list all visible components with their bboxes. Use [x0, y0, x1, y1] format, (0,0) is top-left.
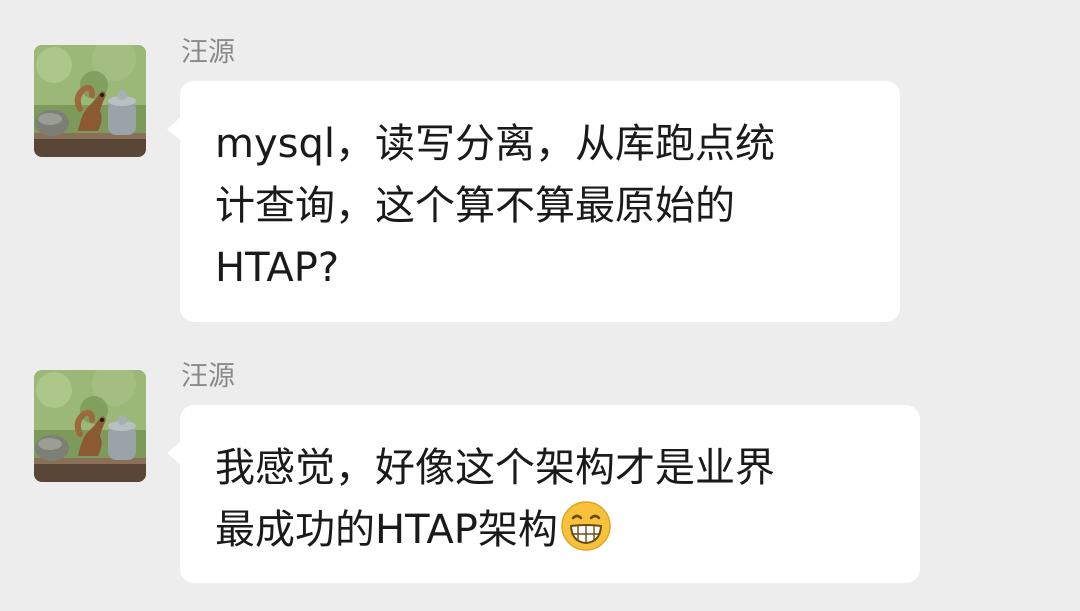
message-text-line: 我感觉，好像这个架构才是业界 — [215, 445, 775, 491]
message-text-line: HTAP? — [215, 245, 340, 291]
sender-avatar[interactable] — [34, 370, 146, 482]
message-bubble[interactable]: 我感觉，好像这个架构才是业界 最成功的HTAP架构 — [167, 405, 920, 583]
sender-name: 汪源 — [181, 361, 235, 392]
message-text-line: 计查询，这个算不算最原始的 — [215, 183, 735, 229]
grinning-face-icon — [560, 500, 612, 552]
sender-name: 汪源 — [181, 37, 235, 68]
message-text-line: mysql，读写分离，从库跑点统 — [215, 121, 775, 167]
sender-avatar[interactable] — [34, 45, 146, 157]
message-text: 最成功的HTAP架构 — [215, 507, 558, 553]
squirrel-photo-avatar-icon — [34, 45, 146, 157]
message-text-line-with-emoji: 最成功的HTAP架构 — [215, 499, 892, 561]
squirrel-photo-avatar-icon — [34, 370, 146, 482]
message-bubble[interactable]: mysql，读写分离，从库跑点统 计查询，这个算不算最原始的 HTAP? — [167, 81, 900, 322]
